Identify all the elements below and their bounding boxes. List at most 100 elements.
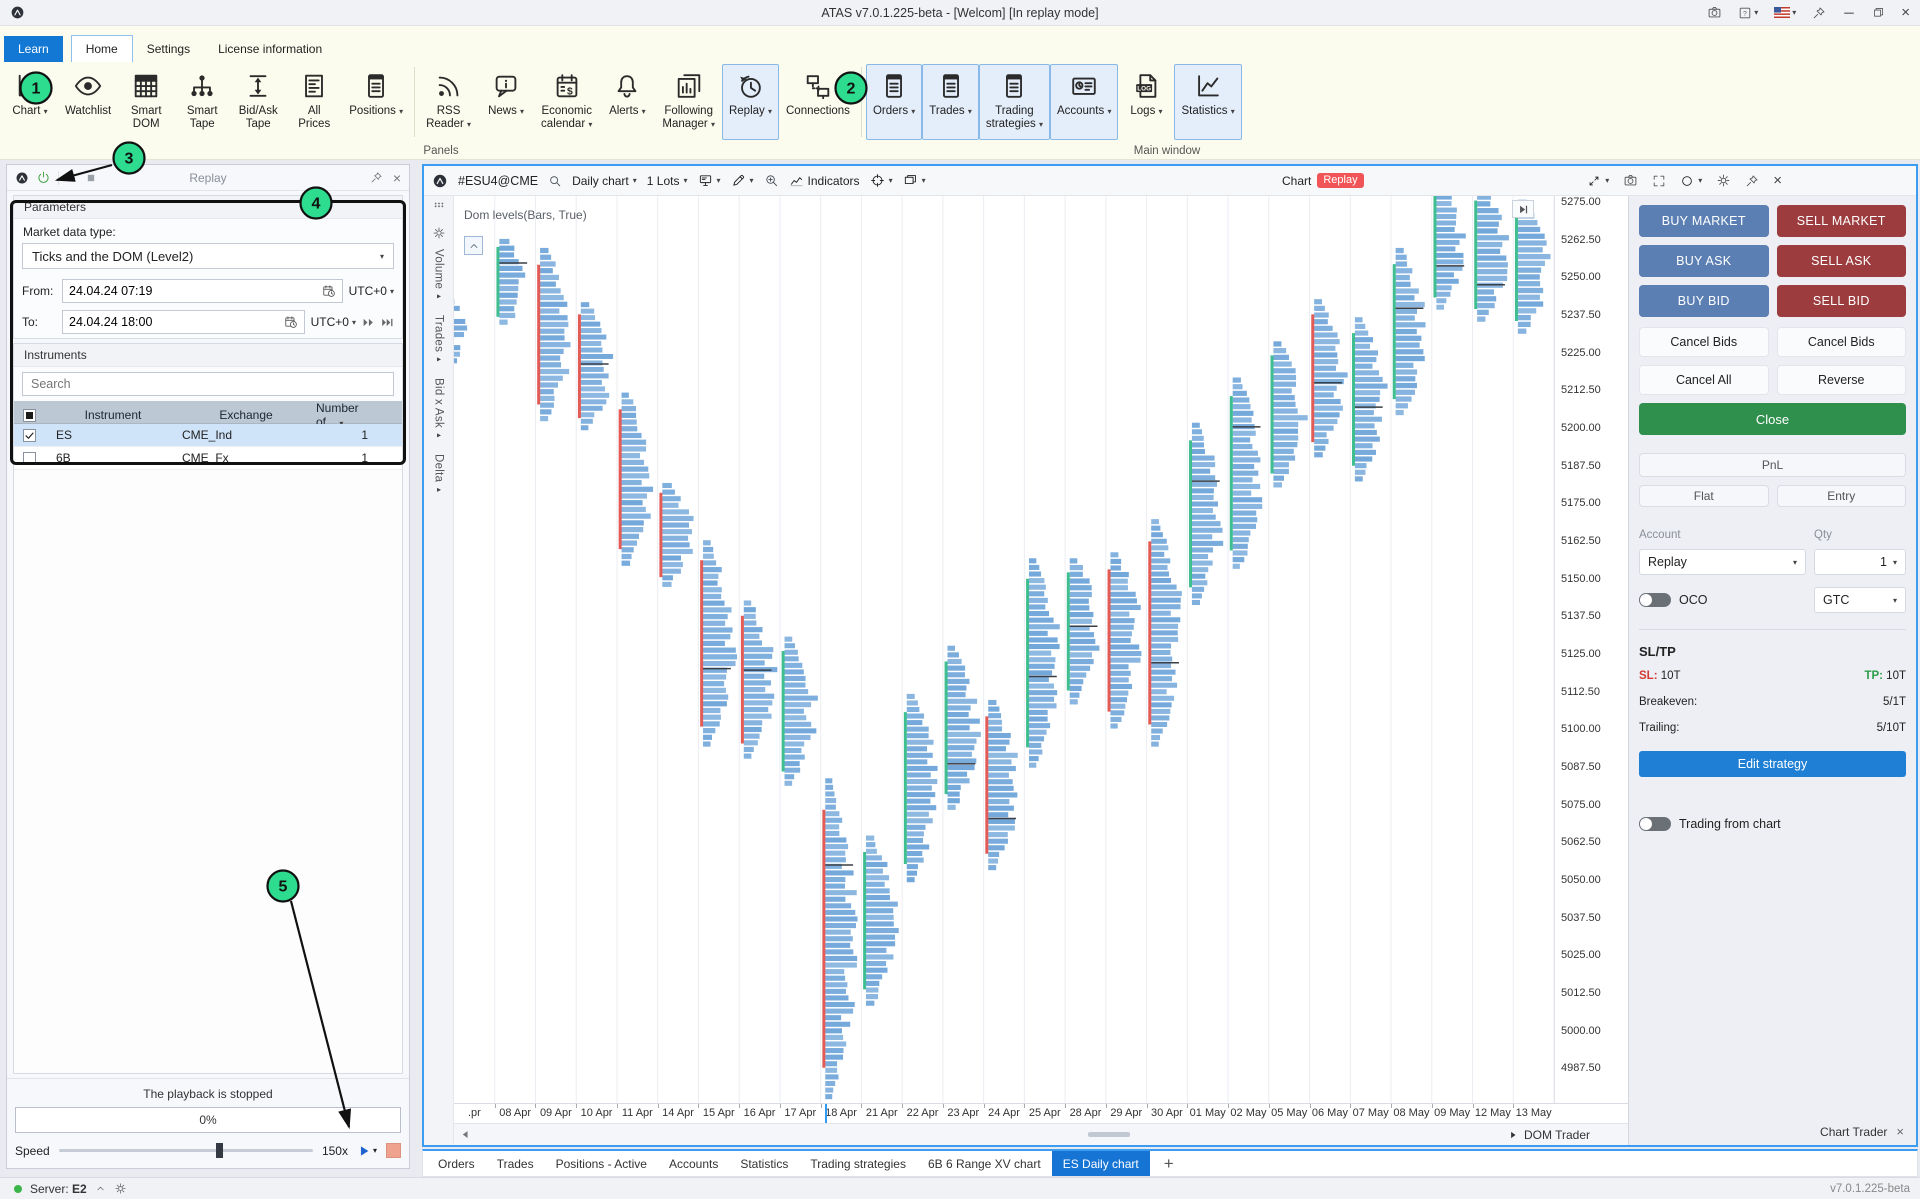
ribbon-all-prices-button[interactable]: AllPrices [286, 64, 342, 140]
column-exchange[interactable]: Exchange [182, 408, 310, 422]
close-panel-icon[interactable]: × [393, 170, 401, 186]
tab-license-information[interactable]: License information [204, 36, 336, 62]
row-checkbox[interactable] [23, 452, 36, 465]
indicators-button[interactable]: Indicators [789, 173, 860, 188]
pnl-button[interactable]: PnL [1639, 453, 1906, 477]
trading-from-chart-toggle[interactable] [1639, 817, 1671, 831]
pin-chart-icon[interactable] [1745, 174, 1759, 188]
oco-toggle[interactable] [1639, 593, 1671, 607]
ribbon-connections-button[interactable]: Connections [779, 64, 857, 140]
add-tab-button[interactable]: + [1150, 1151, 1188, 1176]
to-timezone-dropdown[interactable]: UTC+0▾ [311, 315, 356, 329]
close-trader-icon[interactable]: × [1896, 1124, 1904, 1139]
sell-bid-button[interactable]: SELL BID [1777, 285, 1907, 317]
ribbon-positions-button[interactable]: Positions ▾ [342, 64, 410, 140]
instrument-row-es[interactable]: ESCME_Ind1 [14, 424, 402, 447]
symbol-label[interactable]: #ESU4@CME [458, 174, 538, 188]
ribbon-following-manager-button[interactable]: FollowingManager ▾ [655, 64, 722, 140]
market-data-type-dropdown[interactable]: Ticks and the DOM (Level2)▾ [22, 243, 394, 269]
minimize-button[interactable] [1842, 6, 1856, 20]
workspace-tab-orders[interactable]: Orders [427, 1151, 486, 1176]
jump-to-latest-button[interactable] [1512, 200, 1534, 218]
price-axis[interactable]: 5275.005262.505250.005237.505225.005212.… [1554, 196, 1628, 1103]
account-dropdown[interactable]: Replay▾ [1639, 549, 1806, 575]
workspace-tab-trades[interactable]: Trades [486, 1151, 545, 1176]
instrument-search-input[interactable] [23, 377, 393, 391]
instrument-row-6b[interactable]: 6BCME_Fx1 [14, 447, 402, 470]
dom-trader-tab[interactable]: DOM Trader [1508, 1128, 1622, 1142]
to-date-field[interactable] [62, 310, 305, 334]
tab-home[interactable]: Home [71, 35, 133, 62]
tab-settings[interactable]: Settings [133, 36, 204, 62]
buy-market-button[interactable]: BUY MARKET [1639, 205, 1769, 237]
ribbon-economic-calendar-button[interactable]: $Economiccalendar ▾ [534, 64, 599, 140]
help-icon[interactable]: ?▾ [1738, 6, 1758, 20]
drawing-tools-icon[interactable]: ▾ [731, 173, 754, 188]
select-all-checkbox[interactable] [23, 409, 36, 422]
crosshair-icon[interactable]: ▾ [870, 173, 893, 188]
chart-trader-tab[interactable]: Chart Trader [1820, 1125, 1887, 1139]
sell-ask-button[interactable]: SELL ASK [1777, 245, 1907, 277]
ribbon-statistics-button[interactable]: Statistics ▾ [1174, 64, 1241, 140]
cancel-all-button-10[interactable]: Cancel All [1639, 365, 1769, 395]
column-instrument[interactable]: Instrument [44, 408, 182, 422]
ribbon-trading-strategies-button[interactable]: Tradingstrategies ▾ [979, 64, 1050, 140]
strip-panel-bid-x-ask[interactable]: Bid x Ask ▸ [433, 378, 445, 440]
calendar-clock-icon[interactable] [284, 315, 298, 329]
ribbon-chart-button[interactable]: Chart ▾ [2, 64, 58, 140]
chart-plot-area[interactable]: Dom levels(Bars, True) [454, 196, 1554, 1103]
collapse-panel-icon[interactable]: ▾ [1587, 174, 1609, 188]
close-button[interactable]: × [1901, 4, 1910, 21]
close-position-button[interactable]: Close [1639, 403, 1906, 435]
qty-stepper[interactable]: 1▾ [1814, 549, 1906, 575]
from-timezone-dropdown[interactable]: UTC+0▾ [349, 284, 394, 298]
chart-scrollbar[interactable]: DOM Trader [454, 1123, 1628, 1145]
close-chart-icon[interactable]: × [1773, 172, 1782, 189]
instrument-table-header[interactable]: Instrument Exchange Number of... ▾ [14, 401, 402, 424]
from-date-field[interactable] [62, 279, 343, 303]
start-playback-button[interactable]: ▾ [357, 1144, 377, 1158]
record-stop-button[interactable] [386, 1143, 401, 1158]
workspace-tab-statistics[interactable]: Statistics [729, 1151, 799, 1176]
cancel-bids-button-00[interactable]: Cancel Bids [1639, 327, 1769, 357]
fullscreen-icon[interactable] [1652, 174, 1666, 188]
skip-to-end-icon[interactable] [381, 316, 394, 329]
buy-ask-button[interactable]: BUY ASK [1639, 245, 1769, 277]
strip-grip-icon[interactable] [430, 199, 448, 217]
power-connect-icon[interactable] [36, 170, 51, 185]
strip-panel-delta[interactable]: Delta ▸ [433, 454, 445, 494]
flat-button[interactable]: Flat [1639, 485, 1769, 507]
buy-bid-button[interactable]: BUY BID [1639, 285, 1769, 317]
ribbon-accounts-button[interactable]: Accounts ▾ [1050, 64, 1119, 140]
search-icon[interactable] [548, 174, 562, 188]
time-axis[interactable]: .pr08 Apr09 Apr10 Apr11 Apr14 Apr15 Apr1… [454, 1103, 1628, 1123]
edit-strategy-button[interactable]: Edit strategy [1639, 751, 1906, 777]
reverse-button-11[interactable]: Reverse [1777, 365, 1907, 395]
skip-forward-icon[interactable] [362, 316, 375, 329]
stop-icon[interactable] [85, 172, 97, 184]
strip-panel-volume[interactable]: Volume ▸ [433, 249, 445, 301]
tif-dropdown[interactable]: GTC▾ [1814, 587, 1906, 613]
settings-gear-icon[interactable] [1716, 173, 1731, 188]
pin-window-icon[interactable] [1812, 6, 1826, 20]
cancel-bids-button-01[interactable]: Cancel Bids [1777, 327, 1907, 357]
from-date-input[interactable] [69, 284, 322, 298]
ribbon-rss-reader-button[interactable]: RSSReader ▾ [419, 64, 478, 140]
strip-panel-trades[interactable]: Trades ▸ [433, 315, 445, 364]
ribbon-orders-button[interactable]: Orders ▾ [866, 64, 922, 140]
server-expand-icon[interactable] [95, 1183, 106, 1194]
ribbon-smart-tape-button[interactable]: SmartTape [174, 64, 230, 140]
color-scheme-icon[interactable]: ▾ [1680, 174, 1702, 188]
workspace-tab-6b-6-range-xv-chart[interactable]: 6B 6 Range XV chart [917, 1151, 1052, 1176]
lots-dropdown[interactable]: 1 Lots▾ [647, 174, 688, 188]
language-flag-icon[interactable]: ▾ [1774, 7, 1796, 18]
workspace-tab-es-daily-chart[interactable]: ES Daily chart [1052, 1151, 1150, 1176]
screenshot-icon[interactable] [1707, 5, 1722, 20]
snapshot-icon[interactable] [1623, 173, 1638, 188]
workspace-tab-accounts[interactable]: Accounts [658, 1151, 729, 1176]
ribbon-watchlist-button[interactable]: Watchlist [58, 64, 118, 140]
server-settings-gear-icon[interactable] [114, 1182, 127, 1195]
ribbon-news-button[interactable]: News ▾ [478, 64, 534, 140]
workspace-tab-trading-strategies[interactable]: Trading strategies [799, 1151, 917, 1176]
to-date-input[interactable] [69, 315, 284, 329]
